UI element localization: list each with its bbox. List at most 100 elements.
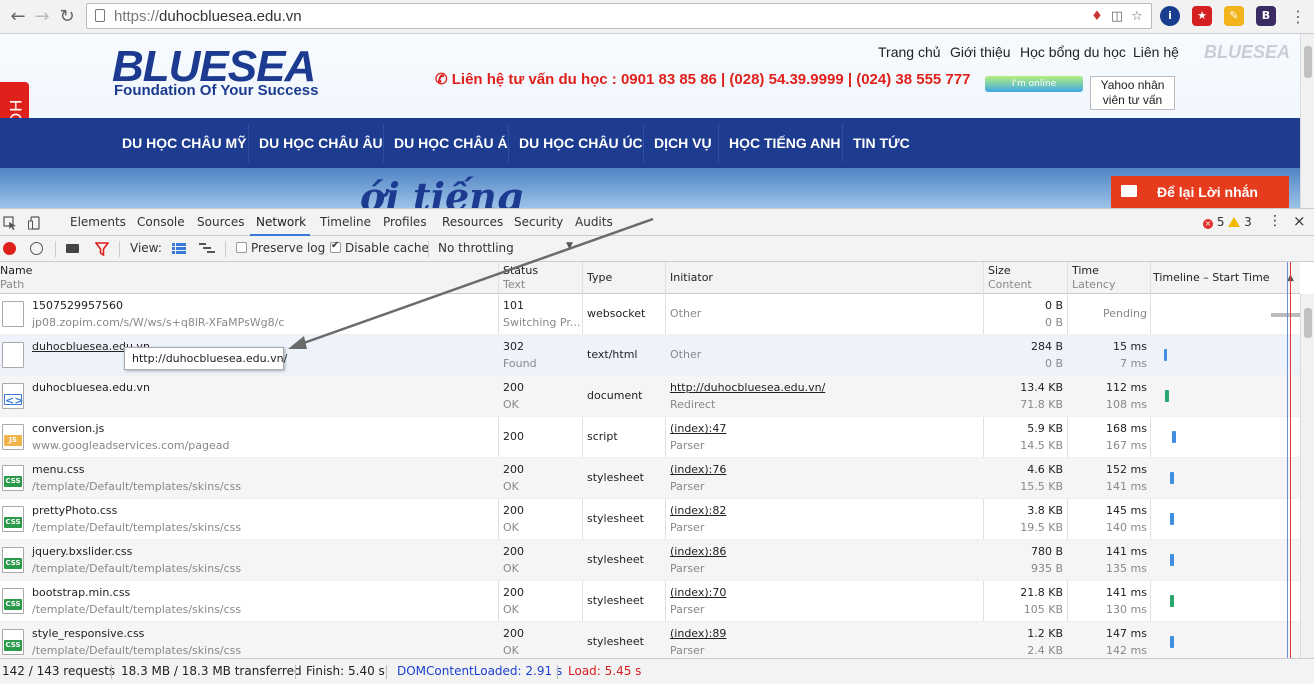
col-type[interactable]: Type [587, 271, 612, 285]
device-mode-icon[interactable] [28, 216, 42, 230]
table-row[interactable]: CSS bootstrap.min.css /template/Default/… [0, 581, 1300, 622]
timeline-markers [1287, 262, 1293, 658]
nav-americas[interactable]: DU HỌC CHÂU MỸ [122, 118, 246, 168]
network-scrollbar[interactable] [1300, 294, 1314, 658]
menu-icon[interactable]: ⋮ [1286, 5, 1310, 29]
topnav-about[interactable]: Giới thiệu [950, 44, 1011, 60]
tab-elements[interactable]: Elements [70, 215, 126, 229]
browser-toolbar: ← → ↻ https://duhocbluesea.edu.vn ♦ ◫ ☆ … [0, 0, 1314, 34]
toolbar-divider [119, 241, 120, 257]
preserve-log-box[interactable] [236, 242, 247, 253]
toolbar-divider [225, 241, 226, 257]
nav-australia[interactable]: DU HỌC CHÂU ÚC [519, 118, 643, 168]
extension-note-icon[interactable]: ✎ [1224, 6, 1244, 26]
tab-sources[interactable]: Sources [197, 215, 244, 229]
table-row[interactable]: <> duhocbluesea.edu.vn 200 OK document h… [0, 376, 1300, 417]
clear-icon[interactable] [30, 242, 43, 255]
network-scrollbar-thumb[interactable] [1304, 308, 1312, 338]
shield-blocked-icon[interactable]: ♦ [1089, 9, 1105, 25]
large-rows-icon[interactable] [172, 243, 186, 254]
css-file-icon: CSS [2, 588, 24, 614]
throttling-select[interactable]: No throttling ▼ [438, 241, 578, 255]
extension-flag-icon[interactable]: ★ [1192, 6, 1212, 26]
inspect-element-icon[interactable] [3, 216, 17, 230]
record-icon[interactable] [3, 242, 16, 255]
error-count: 5 [1216, 215, 1225, 229]
request-type: stylesheet [587, 512, 644, 525]
extension-b-icon[interactable]: B [1256, 6, 1276, 26]
col-status[interactable]: Status Text [503, 264, 538, 292]
col-initiator[interactable]: Initiator [670, 271, 713, 285]
disable-cache-checkbox[interactable]: Disable cache [330, 240, 429, 255]
nav-news[interactable]: TIN TỨC [853, 118, 910, 168]
page-scrollbar-thumb[interactable] [1304, 46, 1312, 78]
extension-ip-icon[interactable]: i [1160, 6, 1180, 26]
filter-icon[interactable] [95, 242, 109, 256]
leave-message-button[interactable]: Để lại Lời nhắn [1111, 176, 1289, 208]
col-size[interactable]: Size Content [988, 264, 1032, 292]
capture-screenshots-icon[interactable] [66, 244, 79, 253]
tab-resources[interactable]: Resources [442, 215, 503, 229]
status-code: 200 [503, 627, 524, 640]
topnav-scholarship[interactable]: Học bổng du học [1020, 44, 1126, 60]
initiator-link[interactable]: http://duhocbluesea.edu.vn/ [670, 381, 825, 395]
nav-asia[interactable]: DU HỌC CHÂU Á [394, 118, 508, 168]
tab-console[interactable]: Console [137, 215, 185, 229]
devtools-menu-icon[interactable]: ⋮ [1268, 213, 1282, 229]
initiator-link[interactable]: (index):82 [670, 504, 726, 518]
forward-icon[interactable]: → [30, 5, 54, 29]
table-row[interactable]: CSS jquery.bxslider.css /template/Defaul… [0, 540, 1300, 581]
tab-security[interactable]: Security [514, 215, 563, 229]
back-icon[interactable]: ← [6, 5, 30, 29]
js-file-icon: JS [2, 424, 24, 450]
page-scrollbar[interactable] [1300, 34, 1314, 208]
overview-icon[interactable] [199, 243, 215, 254]
hero-banner: ới tiếng [0, 168, 1300, 208]
request-latency: 108 ms [1106, 398, 1147, 411]
col-time[interactable]: Time Latency [1072, 264, 1115, 292]
table-row[interactable]: CSS menu.css /template/Default/templates… [0, 458, 1300, 499]
status-code: 200 [503, 545, 524, 558]
initiator-link[interactable]: (index):89 [670, 627, 726, 641]
address-bar[interactable]: https://duhocbluesea.edu.vn ♦ ◫ ☆ [86, 3, 1152, 29]
nav-europe[interactable]: DU HỌC CHÂU ÂU [259, 118, 383, 168]
status-text: OK [503, 603, 519, 616]
disable-cache-box[interactable] [330, 240, 341, 253]
bookmark-star-icon[interactable]: ☆ [1129, 9, 1145, 25]
initiator-link[interactable]: (index):47 [670, 422, 726, 436]
topnav-home[interactable]: Trang chủ [878, 44, 941, 60]
tab-network[interactable]: Network [256, 215, 306, 229]
yahoo-support-image[interactable]: Yahoo nhân viên tư vấn [1090, 76, 1175, 110]
reload-icon[interactable]: ↻ [55, 5, 79, 29]
topnav-contact[interactable]: Liên hệ [1133, 44, 1179, 60]
col-name[interactable]: Name Path [0, 264, 32, 292]
close-devtools-icon[interactable]: × [1293, 212, 1306, 230]
translate-icon[interactable]: ◫ [1109, 9, 1125, 25]
col-timeline[interactable]: Timeline – Start Time [1153, 271, 1270, 285]
nav-services[interactable]: DỊCH VỤ [654, 118, 712, 168]
table-row[interactable]: 1507529957560 jp08.zopim.com/s/W/ws/s+q8… [0, 294, 1300, 335]
online-status-button[interactable]: I'm online [985, 76, 1083, 92]
nav-english[interactable]: HỌC TIẾNG ANH [729, 118, 840, 168]
status-text: Found [503, 357, 537, 370]
network-toolbar: View: Preserve log Disable cache No thro… [0, 236, 1314, 262]
table-row[interactable]: CSS prettyPhoto.css /template/Default/te… [0, 499, 1300, 540]
initiator-link[interactable]: (index):70 [670, 586, 726, 600]
faint-logo: BLUESEA [1204, 42, 1291, 62]
tab-timeline[interactable]: Timeline [320, 215, 371, 229]
transfer-size: 13.4 KB [1020, 381, 1063, 394]
error-warning-counter[interactable]: × 5 3 [1203, 215, 1252, 229]
initiator-kind: Parser [670, 439, 705, 452]
tab-profiles[interactable]: Profiles [383, 215, 427, 229]
table-row[interactable]: CSS style_responsive.css /template/Defau… [0, 622, 1300, 658]
table-row[interactable]: JS conversion.js www.googleadservices.co… [0, 417, 1300, 458]
request-name: bootstrap.min.css [32, 586, 131, 599]
page-info-icon[interactable] [95, 9, 105, 22]
initiator-link[interactable]: (index):76 [670, 463, 726, 477]
transfer-size: 4.6 KB [1027, 463, 1063, 476]
transfer-size: 21.8 KB [1020, 586, 1063, 599]
toolbar-divider [428, 241, 429, 257]
initiator-link[interactable]: (index):86 [670, 545, 726, 559]
preserve-log-checkbox[interactable]: Preserve log [236, 241, 325, 255]
tab-audits[interactable]: Audits [575, 215, 613, 229]
